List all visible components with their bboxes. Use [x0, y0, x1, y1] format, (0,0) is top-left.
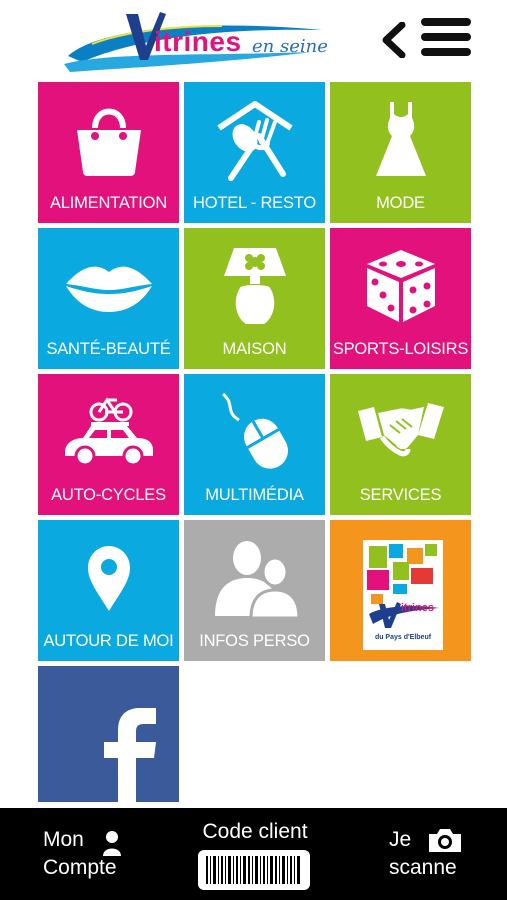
category-tile-maison[interactable]: MAISON — [184, 228, 325, 369]
account-button[interactable]: Mon Compte — [40, 824, 160, 884]
category-tile-mode[interactable]: MODE — [330, 82, 471, 223]
house-fork-spoon-icon — [184, 96, 325, 184]
scan-button[interactable]: Je scanne — [385, 824, 485, 884]
mouse-icon — [184, 388, 325, 476]
hamburger-menu-icon[interactable] — [421, 18, 471, 60]
app-header: itrines en seine — [0, 0, 507, 80]
car-bike-icon — [38, 388, 179, 476]
scan-label-line1: Je — [389, 828, 412, 851]
scan-label-line2: scanne — [389, 856, 457, 879]
lips-icon — [38, 242, 179, 330]
tile-label: ALIMENTATION — [49, 194, 168, 212]
handshake-icon — [330, 388, 471, 476]
category-tile-infos-perso[interactable]: INFOS PERSO — [184, 520, 325, 661]
category-tile-autour-de-moi[interactable]: AUTOUR DE MOI — [38, 520, 179, 661]
category-tile-auto-cycles[interactable]: AUTO-CYCLES — [38, 374, 179, 515]
menu-bar — [421, 18, 471, 26]
account-label-line2: Compte — [43, 856, 117, 879]
account-label-line1: Mon — [43, 828, 84, 851]
category-tile-sante-beaute[interactable]: SANTÉ-BEAUTÉ — [38, 228, 179, 369]
camera-icon — [429, 829, 461, 852]
tile-label: HOTEL - RESTO — [192, 194, 316, 212]
category-tile-sports-loisirs[interactable]: SPORTS-LOISIRS — [330, 228, 471, 369]
logo-brand-subtitle: en seine — [252, 36, 328, 57]
logo-caption: du Pays d'Elbeuf — [374, 634, 432, 641]
facebook-tile[interactable] — [38, 666, 179, 802]
menu-bar — [421, 33, 471, 41]
logo-letters: itrines — [154, 26, 242, 57]
logo-word: itrines — [401, 602, 435, 614]
tile-label: SANTÉ-BEAUTÉ — [46, 340, 171, 358]
category-tile-services[interactable]: SERVICES — [330, 374, 471, 515]
category-tile-hotel-resto[interactable]: HOTEL - RESTO — [184, 82, 325, 223]
lamp-icon — [184, 242, 325, 330]
users-icon — [184, 534, 325, 622]
tile-label: MODE — [376, 194, 425, 212]
facebook-icon — [104, 708, 156, 802]
shopping-bag-icon — [38, 96, 179, 184]
client-code-label: Code client — [202, 820, 308, 843]
dress-icon — [330, 96, 471, 184]
dice-icon — [330, 242, 471, 330]
chevron-left-icon[interactable] — [380, 22, 408, 58]
bottom-nav-bar: Mon Compte Code client Je scanne — [0, 808, 507, 900]
tile-label: MAISON — [222, 340, 287, 358]
logo-brand-text: itrines — [154, 26, 242, 58]
tile-label: INFOS PERSO — [199, 632, 310, 650]
client-code-button[interactable]: Code client — [190, 820, 320, 896]
tile-label: AUTOUR DE MOI — [43, 632, 174, 650]
tile-label: SPORTS-LOISIRS — [332, 340, 469, 358]
tile-label: SERVICES — [359, 486, 442, 504]
map-pin-icon — [38, 534, 179, 622]
tile-label: AUTO-CYCLES — [51, 486, 166, 504]
category-tile-multimedia[interactable]: MULTIMÉDIA — [184, 374, 325, 515]
category-tile-alimentation[interactable]: ALIMENTATION — [38, 82, 179, 223]
vitrines-en-seine-logo[interactable]: itrines en seine — [62, 6, 332, 76]
vitrines-elbeuf-tile[interactable]: itrines du Pays d'Elbeuf — [330, 520, 471, 661]
tile-label: MULTIMÉDIA — [205, 486, 304, 504]
barcode-icon — [198, 850, 310, 890]
user-icon — [103, 831, 121, 856]
menu-bar — [421, 48, 471, 56]
